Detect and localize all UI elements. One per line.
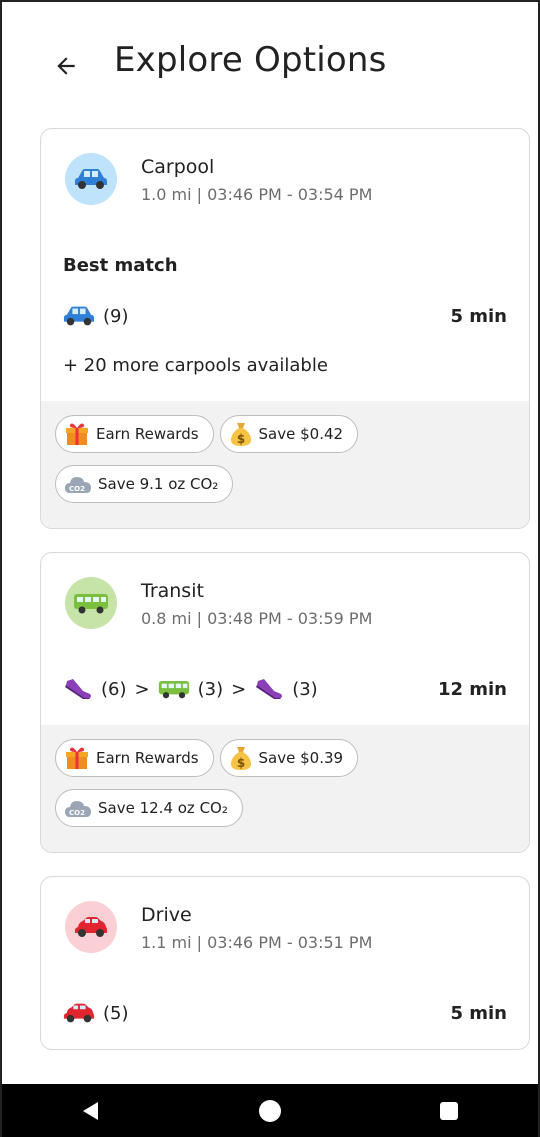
app-bar: Explore Options bbox=[2, 2, 538, 124]
card-header: Carpool 1.0 mi | 03:46 PM - 03:54 PM bbox=[41, 129, 529, 233]
save-money-chip[interactable]: $ Save $0.42 bbox=[219, 415, 359, 453]
option-card-carpool[interactable]: Carpool 1.0 mi | 03:46 PM - 03:54 PM Bes… bbox=[40, 128, 530, 529]
chip-label: Earn Rewards bbox=[96, 425, 199, 443]
svg-text:CO2: CO2 bbox=[69, 809, 85, 817]
car-icon bbox=[75, 169, 107, 189]
svg-text:$: $ bbox=[236, 432, 244, 446]
route-segments: (6) > (3) > (3) bbox=[63, 677, 318, 701]
mode-name: Carpool bbox=[141, 156, 215, 178]
mode-summary: 0.8 mi | 03:48 PM - 03:59 PM bbox=[141, 609, 373, 628]
mode-name: Drive bbox=[141, 904, 192, 926]
chip-label: Save 9.1 oz CO₂ bbox=[98, 475, 219, 493]
best-match-label: Best match bbox=[63, 255, 178, 276]
bus-icon bbox=[158, 681, 189, 699]
route-separator: > bbox=[134, 678, 150, 700]
save-co2-chip[interactable]: CO2 Save 9.1 oz CO₂ bbox=[55, 465, 234, 503]
route-duration: 12 min bbox=[437, 678, 507, 700]
option-card-drive[interactable]: Drive 1.1 mi | 03:46 PM - 03:51 PM (5) 5… bbox=[40, 876, 530, 1050]
bus-segment: (3) bbox=[197, 678, 224, 700]
mode-summary: 1.0 mi | 03:46 PM - 03:54 PM bbox=[141, 185, 373, 204]
screen: Explore Options Carpool 1.0 mi | 03:46 P… bbox=[0, 0, 540, 1137]
card-header: Drive 1.1 mi | 03:46 PM - 03:51 PM bbox=[41, 877, 529, 981]
drive-avatar bbox=[65, 901, 117, 953]
co2-cloud-icon: CO2 bbox=[65, 477, 91, 493]
gift-icon bbox=[66, 747, 88, 769]
route-separator: > bbox=[231, 678, 247, 700]
nav-home-button[interactable] bbox=[240, 1091, 300, 1131]
mode-name: Transit bbox=[141, 580, 204, 602]
walking-shoe-icon bbox=[256, 679, 283, 699]
chip-label: Save 12.4 oz CO₂ bbox=[98, 799, 228, 817]
route-row: (5) 5 min bbox=[63, 998, 507, 1028]
route-duration: 5 min bbox=[450, 305, 507, 327]
route-segments: (5) bbox=[63, 1002, 129, 1024]
save-money-chip[interactable]: $ Save $0.39 bbox=[219, 739, 359, 777]
mode-summary: 1.1 mi | 03:46 PM - 03:51 PM bbox=[141, 933, 373, 952]
walking-shoe-icon bbox=[65, 679, 91, 699]
more-carpools-link[interactable]: + 20 more carpools available bbox=[63, 355, 328, 376]
carpool-avatar bbox=[65, 153, 117, 205]
route-duration: 5 min bbox=[450, 1002, 507, 1024]
walk-segment-1: (6) bbox=[101, 678, 127, 700]
route-row: (6) > (3) > (3) 12 min bbox=[63, 674, 507, 704]
walk-segment-2: (3) bbox=[292, 678, 318, 700]
arrow-left-icon bbox=[57, 57, 75, 75]
chip-label: Save $0.42 bbox=[258, 425, 344, 443]
route-count: (5) bbox=[103, 1002, 129, 1024]
triangle-back-icon bbox=[83, 1101, 99, 1120]
svg-text:CO2: CO2 bbox=[69, 485, 85, 493]
option-card-transit[interactable]: Transit 0.8 mi | 03:48 PM - 03:59 PM (6)… bbox=[40, 552, 530, 853]
money-bag-icon: $ bbox=[230, 423, 251, 446]
back-button[interactable] bbox=[42, 42, 90, 90]
benefit-badges: Earn Rewards $ Save $0.42 CO2 Save 9.1 o… bbox=[41, 401, 529, 528]
car-icon bbox=[63, 1003, 95, 1023]
money-bag-icon: $ bbox=[230, 747, 251, 770]
route-row: (9) 5 min bbox=[63, 301, 507, 331]
co2-cloud-icon: CO2 bbox=[65, 801, 91, 817]
gift-icon bbox=[66, 423, 88, 445]
transit-avatar bbox=[65, 577, 117, 629]
earn-rewards-chip[interactable]: Earn Rewards bbox=[55, 415, 214, 453]
car-icon bbox=[75, 917, 107, 937]
chip-label: Earn Rewards bbox=[96, 749, 199, 767]
nav-back-button[interactable] bbox=[61, 1091, 121, 1131]
chip-label: Save $0.39 bbox=[258, 749, 344, 767]
save-co2-chip[interactable]: CO2 Save 12.4 oz CO₂ bbox=[55, 789, 243, 827]
benefit-badges: Earn Rewards $ Save $0.39 CO2 Save 12.4 … bbox=[41, 725, 529, 852]
nav-recents-button[interactable] bbox=[419, 1091, 479, 1131]
route-segments: (9) bbox=[63, 305, 129, 327]
route-count: (9) bbox=[103, 305, 129, 327]
card-header: Transit 0.8 mi | 03:48 PM - 03:59 PM bbox=[41, 553, 529, 657]
page-title: Explore Options bbox=[114, 40, 387, 80]
circle-home-icon bbox=[258, 1099, 281, 1122]
bus-icon bbox=[74, 594, 108, 614]
car-icon bbox=[63, 306, 95, 326]
square-recents-icon bbox=[439, 1101, 458, 1120]
earn-rewards-chip[interactable]: Earn Rewards bbox=[55, 739, 214, 777]
system-nav-bar bbox=[2, 1084, 538, 1137]
svg-text:$: $ bbox=[236, 756, 244, 770]
